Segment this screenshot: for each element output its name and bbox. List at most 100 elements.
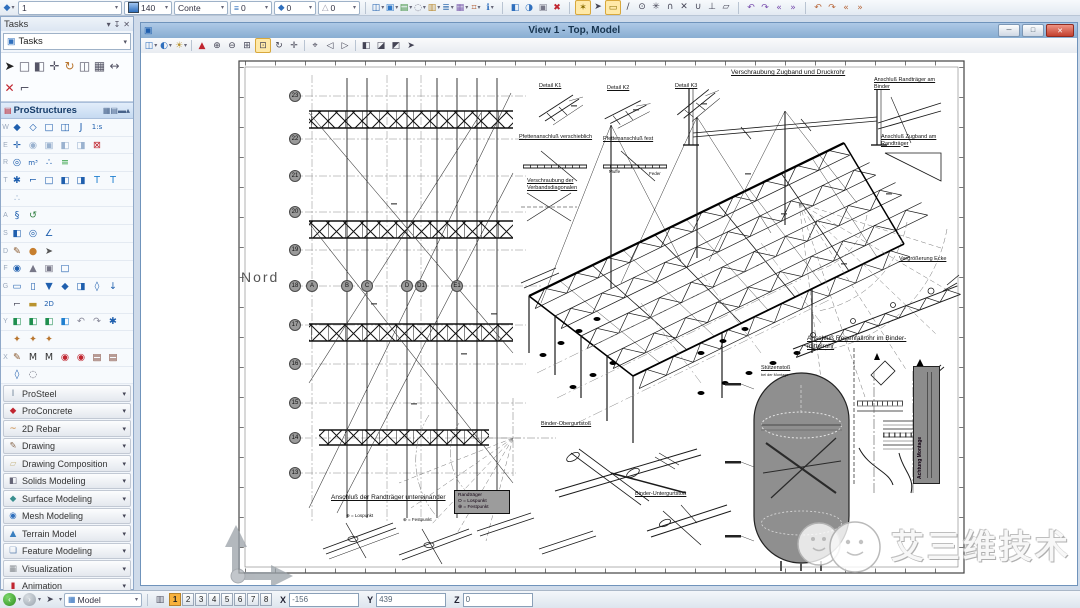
chevron-down-icon[interactable]: ▾ — [122, 530, 126, 538]
special-section-icon[interactable]: J — [73, 120, 89, 135]
settings-small-icon[interactable]: ✱ — [105, 314, 121, 329]
stair-a-icon[interactable]: ◧ — [9, 314, 25, 329]
dots-tool-icon[interactable]: ∴ — [9, 191, 25, 206]
back-dropdown-icon[interactable]: ▾ — [18, 596, 21, 603]
bolt-head-a-icon[interactable]: T — [89, 173, 105, 188]
tag-small-icon[interactable]: ◊ — [9, 367, 25, 382]
section-feature-modeling[interactable]: ❏ Feature Modeling ▾ — [3, 543, 131, 560]
active-transparency-combo[interactable]: ◆0▾ — [274, 1, 316, 15]
section-visualization[interactable]: ▦ Visualization ▾ — [3, 560, 131, 577]
chevron-down-icon[interactable]: ▾ — [122, 512, 126, 520]
tag-tool-icon[interactable]: ◊ — [89, 279, 105, 294]
solid-part-icon[interactable]: ◆ — [57, 279, 73, 294]
view-toggle[interactable]: 7 — [247, 593, 259, 606]
chevron-down-icon[interactable]: ▾ — [122, 495, 126, 503]
corner-cut-b-icon[interactable]: ◨ — [73, 173, 89, 188]
book-b-icon[interactable]: ▤ — [105, 350, 121, 365]
bolt-circle-icon[interactable]: ◎ — [9, 155, 25, 170]
pick-tool-icon[interactable]: ➤ — [41, 244, 57, 259]
element-information-icon[interactable]: ℹ — [483, 1, 497, 14]
view-toggle[interactable]: 3 — [195, 593, 207, 606]
zoom-out-icon[interactable]: ⊖ — [225, 39, 239, 52]
undo-small-icon[interactable]: ↶ — [73, 314, 89, 329]
sphere-tool-icon[interactable]: ● — [25, 244, 41, 259]
frame-works-a-icon[interactable]: ✦ — [9, 332, 25, 347]
stair-d-icon[interactable]: ◧ — [57, 314, 73, 329]
polyline-tool-icon[interactable]: ⌐ — [9, 297, 25, 312]
book-a-icon[interactable]: ▤ — [89, 350, 105, 365]
layout-icon[interactable]: ▬ — [118, 106, 126, 115]
z-input[interactable] — [463, 593, 533, 607]
update-view-icon[interactable]: ▲ — [195, 39, 209, 52]
corner-cut-a-icon[interactable]: ◧ — [57, 173, 73, 188]
y-input[interactable] — [376, 593, 446, 607]
prostructures-header[interactable]: ▤ ProStructures ▦▤▬▴ — [1, 102, 133, 119]
view-menu-icon[interactable]: ▣ — [144, 25, 153, 36]
zoom-small-icon[interactable]: ◌ — [25, 367, 41, 382]
fence-tool-icon[interactable]: □ — [17, 55, 32, 77]
tangent-snap-icon[interactable]: ∪ — [691, 0, 705, 13]
material-m2-icon[interactable]: M — [41, 350, 57, 365]
midpoint-snap-icon[interactable]: / — [621, 0, 635, 13]
active-level-combo[interactable]: 1▾ — [18, 1, 122, 15]
insert-shape-icon[interactable]: ◆ — [9, 120, 25, 135]
view-toggle[interactable]: 1 — [169, 593, 181, 606]
layout-icon[interactable]: ▤ — [110, 106, 118, 115]
move-element-icon[interactable]: ✛ — [47, 55, 62, 77]
level-display-icon[interactable]: ▦ — [455, 1, 469, 14]
window-area-icon[interactable]: ⊞ — [240, 39, 254, 52]
models-icon[interactable]: ◫ — [371, 1, 385, 14]
delete-element-icon[interactable]: ✕ — [2, 77, 17, 99]
view-tool-icon[interactable]: ◉ — [9, 261, 25, 276]
raster-manager-icon[interactable]: ▤ — [399, 1, 413, 14]
history-forward-icon[interactable]: » — [853, 1, 867, 14]
modify-part-icon[interactable]: ✱ — [9, 173, 25, 188]
material-m1-icon[interactable]: M — [25, 350, 41, 365]
view-attributes-icon[interactable]: ◫ — [144, 39, 158, 52]
panel-pin-icon[interactable]: ↧ — [114, 20, 121, 29]
to-2d-icon[interactable]: 2D — [41, 297, 57, 312]
panel-close-icon[interactable]: ✕ — [123, 20, 130, 29]
paint-tool-icon[interactable]: ✎ — [9, 350, 25, 365]
forward-button[interactable]: › — [23, 593, 36, 606]
copy-element-icon[interactable]: ◧ — [32, 55, 47, 77]
x-input[interactable] — [289, 593, 359, 607]
import-arrow-icon[interactable]: ↓ — [105, 279, 121, 294]
view-titlebar[interactable]: ▣ View 1 - Top, Model ─ □ ✕ — [141, 23, 1077, 38]
nearest-snap-icon[interactable]: ➤ — [591, 0, 605, 13]
walk-icon[interactable]: ⌖ — [308, 39, 322, 52]
chevron-down-icon[interactable]: ▾ — [122, 460, 126, 468]
copy-left-icon[interactable]: ◧ — [57, 138, 73, 153]
undo-all-icon[interactable]: ↶ — [811, 1, 825, 14]
boundary-tool-icon[interactable]: □ — [41, 173, 57, 188]
round-part-icon[interactable]: ◉ — [25, 138, 41, 153]
delete-element-icon[interactable]: ✖ — [550, 1, 564, 14]
frame-tool-icon[interactable]: □ — [57, 261, 73, 276]
view-brightness-icon[interactable]: ☀ — [174, 39, 188, 52]
active-line-weight-combo[interactable]: ≡0▾ — [230, 1, 272, 15]
plate-tool-icon[interactable]: ◇ — [25, 120, 41, 135]
badge-a-icon[interactable]: ◉ — [57, 350, 73, 365]
section-drawing-composition[interactable]: ▱ Drawing Composition ▾ — [3, 455, 131, 472]
view-toggle[interactable]: 2 — [182, 593, 194, 606]
layout-icon[interactable]: ▴ — [126, 106, 130, 115]
zoom-in-icon[interactable]: ⊕ — [210, 39, 224, 52]
redo-small-icon[interactable]: ↷ — [89, 314, 105, 329]
terrain-tool-icon[interactable]: ▲ — [25, 261, 41, 276]
maximize-button[interactable]: □ — [1022, 24, 1044, 37]
area-calc-icon[interactable]: m³ — [25, 155, 41, 170]
ring-tool-icon[interactable]: ◎ — [25, 226, 41, 241]
detail-view-icon[interactable]: ▣ — [41, 138, 57, 153]
back-button[interactable]: ‹ — [3, 593, 16, 606]
section-terrain-model[interactable]: ▲ Terrain Model ▾ — [3, 525, 131, 542]
scale-ratio-icon[interactable]: 1:s — [89, 120, 105, 135]
element-selection-icon[interactable]: ➤ — [2, 55, 17, 77]
view-next-icon[interactable]: ▷ — [338, 39, 352, 52]
exclude-view-icon[interactable]: ⊠ — [89, 138, 105, 153]
chevron-down-icon[interactable]: ▾ — [122, 565, 126, 573]
origin-snap-icon[interactable]: ✳ — [649, 0, 663, 13]
chevron-down-icon[interactable]: ▾ — [122, 407, 126, 415]
accudraw-icon[interactable]: ◧ — [508, 1, 522, 14]
perpendicular-snap-icon[interactable]: ⊥ — [705, 0, 719, 13]
folded-plate-icon[interactable]: ◫ — [57, 120, 73, 135]
